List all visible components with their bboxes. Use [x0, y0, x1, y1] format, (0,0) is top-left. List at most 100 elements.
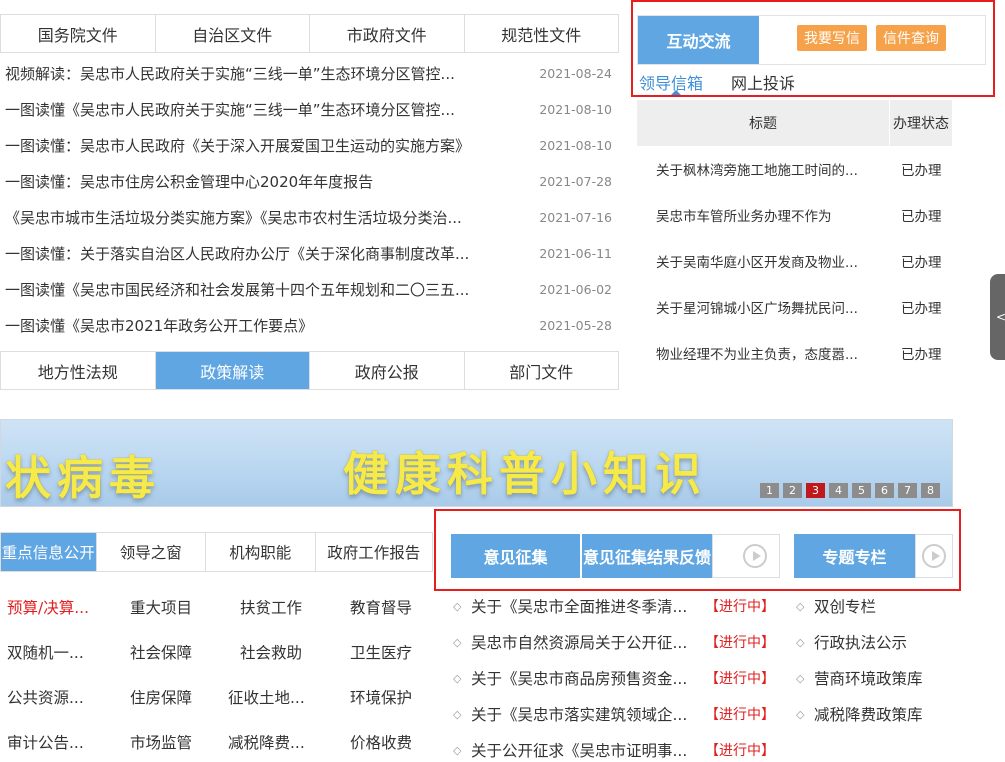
letter-status: 已办理 — [901, 209, 942, 225]
letter-title[interactable]: 关于吴南华庭小区开发商及物业... — [656, 251, 900, 271]
list-item[interactable]: 一图读懂：吴忠市住房公积金管理中心2020年年度报告 2021-07-28 — [5, 163, 615, 199]
special-topic-link[interactable]: 双创专栏 — [814, 595, 876, 617]
info-link[interactable]: 公共资源... — [7, 686, 84, 708]
play-circle-icon[interactable] — [743, 544, 767, 568]
info-link[interactable]: 重大项目 — [130, 596, 192, 618]
list-item[interactable]: 一图读懂：关于落实自治区人民政府办公厅《关于深化商事制度改革... 2021-06… — [5, 235, 615, 271]
info-link[interactable]: 教育督导 — [350, 596, 412, 618]
health-banner[interactable]: 状病毒 健康科普小知识 1 2 3 4 5 6 7 8 — [0, 419, 953, 507]
list-item[interactable]: ◇ 行政执法公示 — [796, 630, 907, 654]
pager-dot-active[interactable]: 3 — [806, 483, 825, 498]
tab-normative-docs[interactable]: 规范性文件 — [465, 15, 619, 52]
list-item[interactable]: ◇ 减税降费政策库 — [796, 702, 923, 726]
opinion-title[interactable]: 关于《吴忠市落实建筑领域企... — [471, 703, 687, 725]
opinion-title[interactable]: 吴忠市自然资源局关于公开征... — [471, 631, 687, 653]
status-badge: 【进行中】 — [705, 743, 775, 759]
list-item[interactable]: 《吴忠市城市生活垃圾分类实施方案》《吴忠市农村生活垃圾分类治... 2021-07… — [5, 199, 615, 235]
opinion-title[interactable]: 关于《吴忠市全面推进冬季清... — [471, 595, 687, 617]
pager-dot[interactable]: 2 — [783, 483, 802, 498]
letter-title[interactable]: 物业经理不为业主负责，态度嚣... — [656, 343, 900, 363]
info-link[interactable]: 社会保障 — [130, 641, 192, 663]
info-link[interactable]: 双随机一... — [7, 641, 84, 663]
news-title[interactable]: 《吴忠市城市生活垃圾分类实施方案》《吴忠市农村生活垃圾分类治... — [5, 207, 505, 228]
info-link[interactable]: 市场监管 — [130, 731, 192, 753]
info-link[interactable]: 价格收费 — [350, 731, 412, 753]
tab-online-complaint[interactable]: 网上投诉 — [731, 70, 795, 94]
news-title[interactable]: 一图读懂：关于落实自治区人民政府办公厅《关于深化商事制度改革... — [5, 243, 505, 264]
list-item[interactable]: 视频解读：吴忠市人民政府关于实施“三线一单”生态环境分区管控... 2021-08… — [5, 55, 615, 91]
pager-dot[interactable]: 6 — [875, 483, 894, 498]
special-topic-link[interactable]: 减税降费政策库 — [814, 703, 923, 725]
table-row[interactable]: 关于吴南华庭小区开发商及物业... 已办理 — [656, 249, 952, 273]
letter-title[interactable]: 关于枫林湾旁施工地施工时间的... — [656, 159, 900, 179]
info-link[interactable]: 住房保障 — [130, 686, 192, 708]
letter-query-button[interactable]: 信件查询 — [876, 25, 946, 51]
list-item[interactable]: ◇ 关于《吴忠市全面推进冬季清... 【进行中】 — [453, 594, 775, 618]
tab-region-docs[interactable]: 自治区文件 — [156, 15, 310, 52]
info-link[interactable]: 审计公告... — [7, 731, 84, 753]
special-topic-link[interactable]: 行政执法公示 — [814, 631, 907, 653]
table-row[interactable]: 吴忠市车管所业务办理不作为 已办理 — [656, 203, 952, 227]
info-link[interactable]: 环境保护 — [350, 686, 412, 708]
pager-dot[interactable]: 5 — [852, 483, 871, 498]
pager-dot[interactable]: 1 — [760, 483, 779, 498]
news-title[interactable]: 视频解读：吴忠市人民政府关于实施“三线一单”生态环境分区管控... — [5, 63, 505, 84]
special-topics-button[interactable]: 专题专栏 — [794, 534, 915, 578]
interaction-header: 互动交流 我要写信 信件查询 — [637, 15, 986, 65]
opinion-feedback-button[interactable]: 意见征集结果反馈 — [582, 534, 712, 578]
pager-dot[interactable]: 8 — [921, 483, 940, 498]
list-item[interactable]: 一图读懂《吴忠市国民经济和社会发展第十四个五年规划和二〇三五... 2021-06… — [5, 271, 615, 307]
list-item[interactable]: 一图读懂《吴忠市2021年政务公开工作要点》 2021-05-28 — [5, 307, 615, 343]
news-title[interactable]: 一图读懂《吴忠市2021年政务公开工作要点》 — [5, 315, 505, 336]
list-item[interactable]: ◇ 吴忠市自然资源局关于公开征... 【进行中】 — [453, 630, 775, 654]
letter-title[interactable]: 吴忠市车管所业务办理不作为 — [656, 205, 900, 225]
tab-key-info[interactable]: 重点信息公开 — [1, 533, 97, 571]
list-item[interactable]: ◇ 关于《吴忠市商品房预售资金... 【进行中】 — [453, 666, 775, 690]
list-item[interactable]: 一图读懂：吴忠市人民政府《关于深入开展爱国卫生运动的实施方案》 2021-08-1… — [5, 127, 615, 163]
tab-gov-gazette[interactable]: 政府公报 — [310, 352, 465, 389]
interaction-title: 互动交流 — [638, 16, 759, 64]
table-row[interactable]: 物业经理不为业主负责，态度嚣... 已办理 — [656, 341, 952, 365]
banner-pager: 1 2 3 4 5 6 7 8 — [760, 483, 940, 498]
banner-title: 健康科普小知识 — [343, 447, 707, 501]
play-circle-icon[interactable] — [922, 544, 946, 568]
list-item[interactable]: ◇ 双创专栏 — [796, 594, 876, 618]
info-link[interactable]: 预算/决算... — [7, 596, 89, 618]
special-topic-link[interactable]: 营商环境政策库 — [814, 667, 923, 689]
info-link[interactable]: 征收土地... — [228, 686, 305, 708]
table-row[interactable]: 关于星河锦城小区广场舞扰民问... 已办理 — [656, 295, 952, 319]
letter-title[interactable]: 关于星河锦城小区广场舞扰民问... — [656, 297, 900, 317]
opinion-collection-button[interactable]: 意见征集 — [451, 534, 580, 578]
list-item[interactable]: 一图读懂《吴忠市人民政府关于实施“三线一单”生态环境分区管控... 2021-08… — [5, 91, 615, 127]
news-title[interactable]: 一图读懂《吴忠市国民经济和社会发展第十四个五年规划和二〇三五... — [5, 279, 505, 300]
table-row[interactable]: 关于枫林湾旁施工地施工时间的... 已办理 — [656, 157, 952, 181]
special-more-box[interactable] — [915, 534, 953, 578]
news-date: 2021-08-10 — [539, 137, 612, 153]
news-title[interactable]: 一图读懂：吴忠市人民政府《关于深入开展爱国卫生运动的实施方案》 — [5, 135, 505, 156]
list-item[interactable]: ◇ 营商环境政策库 — [796, 666, 923, 690]
write-letter-button[interactable]: 我要写信 — [797, 25, 867, 51]
opinion-title[interactable]: 关于公开征求《吴忠市证明事... — [471, 739, 687, 761]
pager-dot[interactable]: 7 — [898, 483, 917, 498]
tab-local-regulations[interactable]: 地方性法规 — [1, 352, 156, 389]
tab-department-docs[interactable]: 部门文件 — [465, 352, 619, 389]
opinion-more-box[interactable] — [712, 534, 780, 578]
side-collapse-handle[interactable]: < — [990, 274, 1005, 360]
opinion-title[interactable]: 关于《吴忠市商品房预售资金... — [471, 667, 687, 689]
info-link[interactable]: 扶贫工作 — [240, 596, 302, 618]
info-link[interactable]: 减税降费... — [228, 731, 305, 753]
tab-org-functions[interactable]: 机构职能 — [206, 533, 316, 571]
list-item[interactable]: ◇ 关于公开征求《吴忠市证明事... 【进行中】 — [453, 738, 775, 762]
news-title[interactable]: 一图读懂《吴忠市人民政府关于实施“三线一单”生态环境分区管控... — [5, 99, 505, 120]
tab-policy-interpretation[interactable]: 政策解读 — [155, 352, 310, 389]
tab-city-gov-docs[interactable]: 市政府文件 — [310, 15, 465, 52]
news-title[interactable]: 一图读懂：吴忠市住房公积金管理中心2020年年度报告 — [5, 171, 505, 192]
info-link[interactable]: 卫生医疗 — [350, 641, 412, 663]
tab-leader-window[interactable]: 领导之窗 — [97, 533, 207, 571]
info-link[interactable]: 社会救助 — [240, 641, 302, 663]
list-item[interactable]: ◇ 关于《吴忠市落实建筑领域企... 【进行中】 — [453, 702, 775, 726]
pager-dot[interactable]: 4 — [829, 483, 848, 498]
tab-state-council-docs[interactable]: 国务院文件 — [1, 15, 156, 52]
diamond-icon: ◇ — [453, 599, 462, 613]
tab-gov-work-report[interactable]: 政府工作报告 — [316, 533, 432, 571]
